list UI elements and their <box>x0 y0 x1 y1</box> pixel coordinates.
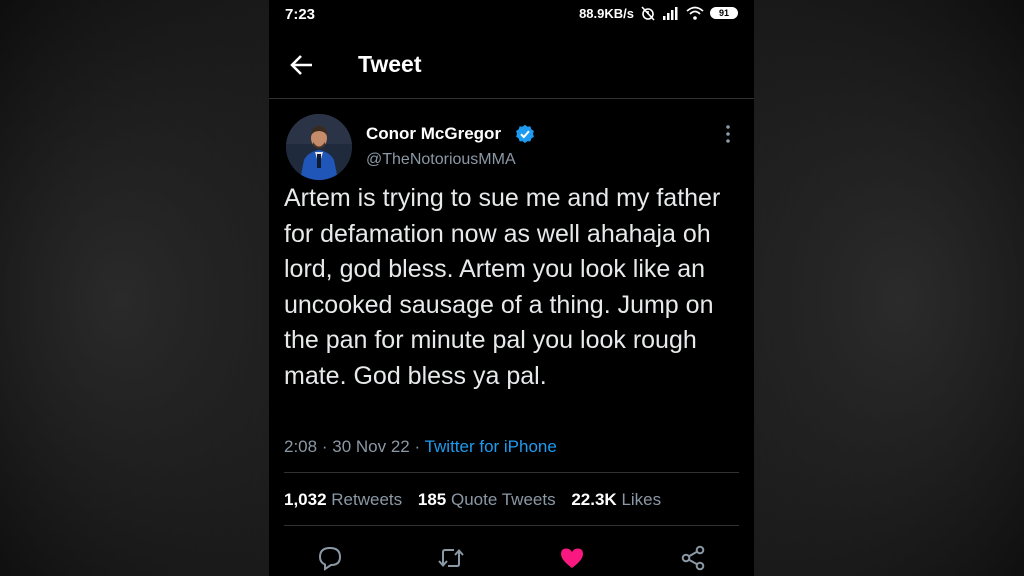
reply-icon[interactable] <box>317 545 343 571</box>
status-bar: 7:23 88.9KB/s 91 <box>269 0 754 30</box>
tweet-date: 30 Nov 22 <box>332 437 410 456</box>
wifi-icon <box>686 6 704 20</box>
meta-separator: · <box>414 437 421 456</box>
page-title: Tweet <box>358 51 422 77</box>
alarm-off-icon <box>640 5 656 21</box>
author-handle[interactable]: @TheNotoriousMMA <box>366 151 516 169</box>
retweet-icon[interactable] <box>437 545 464 571</box>
status-time: 7:23 <box>285 6 316 23</box>
likes-stat[interactable]: 22.3K Likes <box>571 490 661 509</box>
network-speed: 88.9KB/s <box>579 5 634 21</box>
author-name[interactable]: Conor McGregor <box>366 124 501 144</box>
tweet-time: 2:08 <box>284 437 318 456</box>
tweet-meta: 2:08 · 30 Nov 22 · Twitter for iPhone <box>284 437 557 457</box>
like-icon[interactable] <box>559 545 585 571</box>
verified-badge-icon <box>515 124 535 149</box>
retweets-count: 1,032 <box>284 490 327 509</box>
likes-count: 22.3K <box>571 490 617 509</box>
tweet-text: Artem is trying to sue me and my father … <box>284 184 721 390</box>
status-icons: 88.9KB/s 91 <box>579 5 738 21</box>
retweets-label: Retweets <box>331 490 403 509</box>
avatar[interactable] <box>286 114 352 180</box>
share-icon[interactable] <box>680 545 706 571</box>
meta-divider <box>284 472 739 473</box>
more-options-icon[interactable] <box>719 122 737 146</box>
quotes-stat[interactable]: 185 Quote Tweets <box>418 490 556 509</box>
retweets-stat[interactable]: 1,032 Retweets <box>284 490 402 509</box>
signal-icon <box>662 6 680 20</box>
quotes-count: 185 <box>417 490 447 509</box>
likes-label: Likes <box>621 490 662 509</box>
tweet-source-link[interactable]: Twitter for iPhone <box>425 437 557 456</box>
tweet-header: Tweet <box>269 40 754 96</box>
tweet-actions <box>269 541 754 576</box>
battery-icon: 91 <box>710 7 738 19</box>
meta-separator: · <box>321 437 328 456</box>
tweet-stats: 1,032 Retweets 185 Quote Tweets 22.3K Li… <box>284 490 672 510</box>
arrow-left-icon[interactable] <box>289 52 319 78</box>
quotes-label: Quote Tweets <box>451 490 556 509</box>
stats-divider <box>284 525 739 526</box>
header-divider <box>269 98 754 99</box>
phone-screen: 7:23 88.9KB/s 91 Tweet Conor McGregor @T… <box>269 0 754 576</box>
